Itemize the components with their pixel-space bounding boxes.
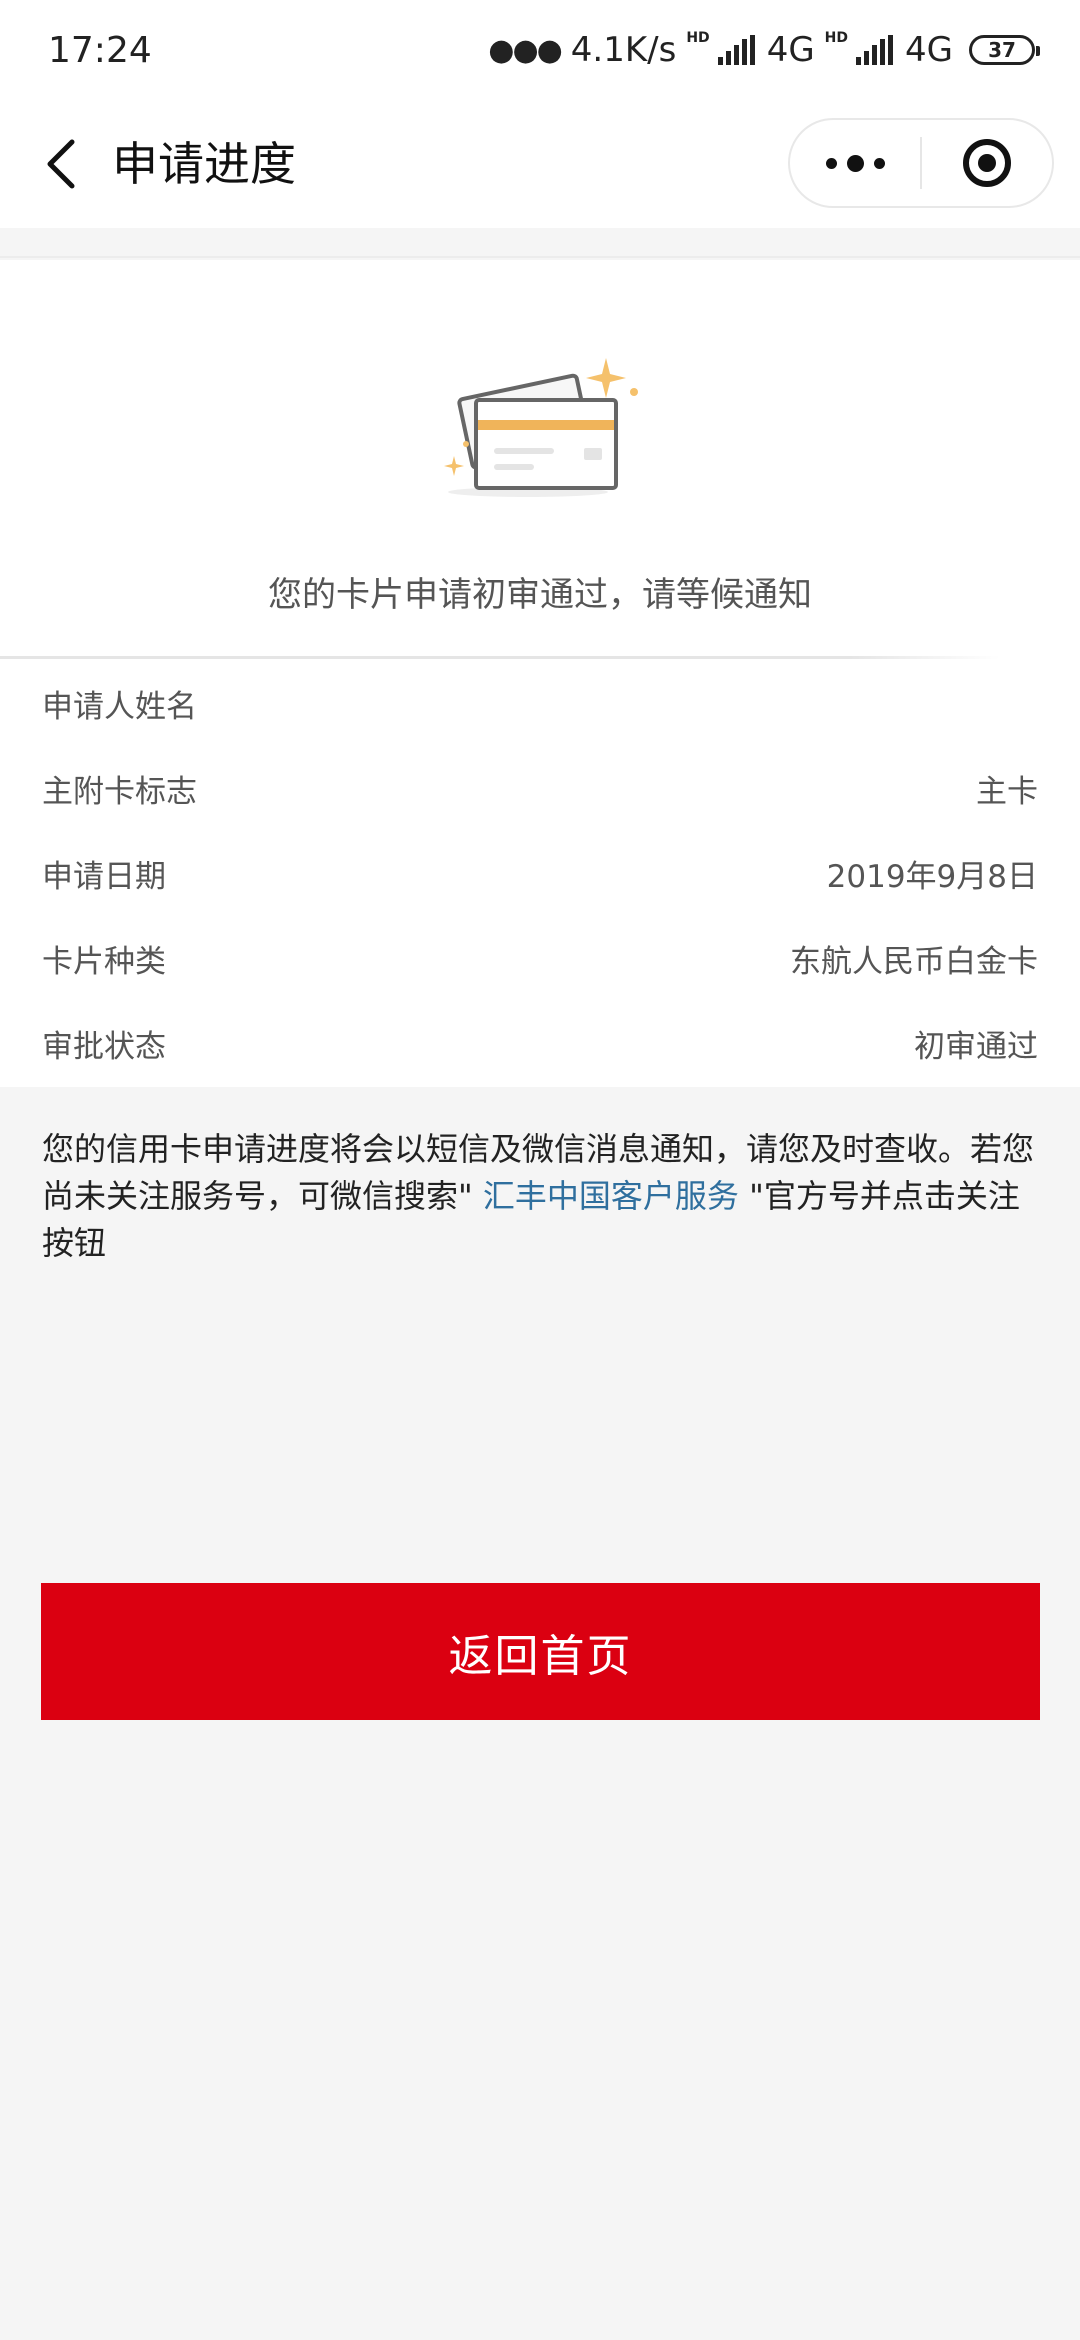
status-indicators: ●●● 4.1K/s HD 4G HD 4G 37 (488, 30, 1040, 70)
info-value: 东航人民币白金卡 (790, 943, 1038, 980)
more-dots-icon (825, 154, 885, 172)
network-type-2: 4G (905, 30, 953, 70)
info-row-approval-status: 审批状态 初审通过 (42, 1013, 1038, 1073)
return-home-button[interactable]: 返回首页 (41, 1583, 1040, 1720)
status-time: 17:24 (48, 29, 152, 71)
network-speed: 4.1K/s (570, 30, 677, 70)
info-value: 主卡 (976, 773, 1038, 810)
more-status-icon: ●●● (488, 32, 563, 68)
info-row-card-type: 卡片种类 东航人民币白金卡 (42, 928, 1038, 988)
credit-card-illustration (444, 358, 638, 497)
hd-badge: HD (686, 30, 710, 46)
network-type-1: 4G (766, 30, 815, 70)
back-button[interactable] (30, 132, 94, 196)
info-row-apply-date: 申请日期 2019年9月8日 (42, 843, 1038, 903)
chevron-left-icon (47, 139, 75, 189)
status-hero: 您的卡片申请初审通过，请等候通知 (0, 260, 1080, 660)
notice-text: 您的信用卡申请进度将会以短信及微信消息通知，请您及时查收。若您尚未关注服务号，可… (42, 1126, 1042, 1267)
battery-level: 37 (988, 38, 1016, 62)
application-info-list: 申请人姓名 主附卡标志 主卡 申请日期 2019年9月8日 卡片种类 东航人民币… (0, 659, 1080, 1087)
info-label: 主附卡标志 (42, 773, 197, 810)
info-label: 审批状态 (42, 1028, 166, 1065)
info-value: 初审通过 (914, 1028, 1038, 1065)
close-mini-program-button[interactable] (922, 120, 1052, 206)
info-value: 2019年9月8日 (826, 858, 1038, 895)
info-label: 申请日期 (42, 858, 166, 895)
status-bar: 17:24 ●●● 4.1K/s HD 4G HD 4G 37 (0, 0, 1080, 100)
hd-badge-2: HD (824, 30, 849, 46)
battery-icon: 37 (969, 35, 1040, 65)
info-label: 卡片种类 (42, 943, 166, 980)
mini-program-capsule (788, 118, 1054, 208)
target-icon (963, 139, 1011, 187)
signal-icon-2 (856, 35, 894, 65)
nav-bar: 申请进度 (0, 100, 1080, 228)
info-label: 申请人姓名 (42, 688, 197, 725)
section-gap (0, 228, 1080, 258)
signal-icon (717, 35, 755, 65)
service-account-link[interactable]: 汇丰中国客户服务 (483, 1177, 739, 1215)
page-title: 申请进度 (112, 137, 296, 191)
info-row-applicant-name: 申请人姓名 (42, 673, 1038, 733)
status-message: 您的卡片申请初审通过，请等候通知 (268, 575, 812, 615)
more-button[interactable] (790, 120, 920, 206)
info-row-card-flag: 主附卡标志 主卡 (42, 758, 1038, 818)
